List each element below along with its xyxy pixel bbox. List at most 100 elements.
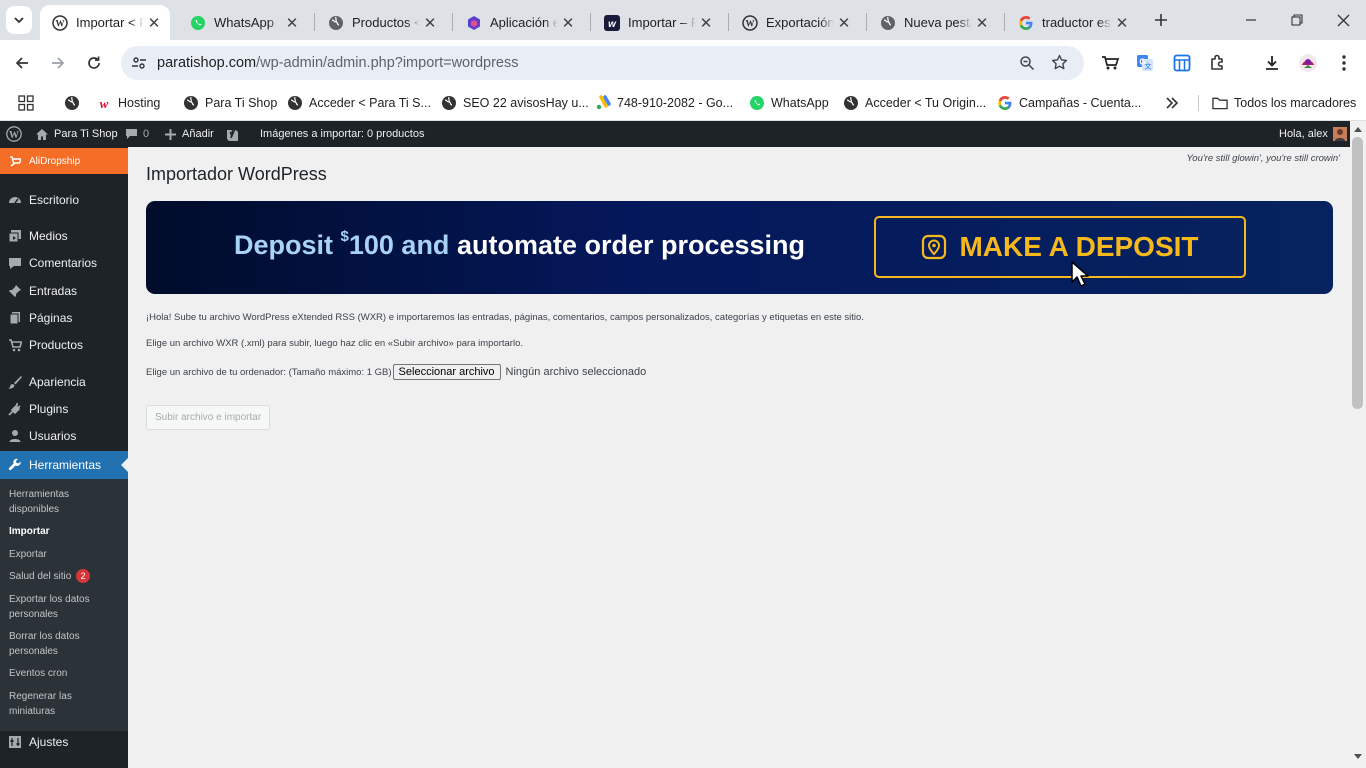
menu-escritorio[interactable]: Escritorio <box>0 187 128 213</box>
import-images-notice[interactable]: Imágenes a importar: 0 productos <box>260 121 424 147</box>
svg-text:W: W <box>56 18 65 28</box>
menu-paginas[interactable]: Páginas <box>0 305 128 331</box>
tab-divider <box>590 13 591 31</box>
comments-menu[interactable]: 0 <box>125 121 149 147</box>
add-new-menu[interactable]: Añadir <box>165 121 214 147</box>
menu-plugins[interactable]: Plugins <box>0 396 128 422</box>
close-window-button[interactable] <box>1329 6 1357 34</box>
tab-label: Nueva pesta <box>904 15 972 30</box>
tab-whatsapp[interactable]: WhatsApp ✕ <box>178 5 308 40</box>
submenu-importar[interactable]: Importar <box>9 524 119 539</box>
tab-traductor[interactable]: traductor es ✕ <box>1006 5 1138 40</box>
browser-menu-icon[interactable] <box>1330 49 1358 77</box>
plus-icon <box>165 128 176 140</box>
tab-exportacion[interactable]: W Exportación ✕ <box>730 5 860 40</box>
scrollbar-thumb[interactable] <box>1352 137 1363 409</box>
close-tab-icon[interactable]: ✕ <box>972 13 992 33</box>
table-extension-icon[interactable] <box>1168 49 1196 77</box>
bookmark-whatsapp[interactable]: WhatsApp <box>749 93 829 113</box>
svg-text:w: w <box>100 96 109 110</box>
banner-rest-text: automate order processing <box>456 230 806 260</box>
submenu-eventos-cron[interactable]: Eventos cron <box>9 666 119 681</box>
menu-entradas[interactable]: Entradas <box>0 278 128 304</box>
bookmark-acceder-tu-origin[interactable]: Acceder < Tu Origin... <box>843 93 986 113</box>
tab-label: Productos < <box>352 15 420 30</box>
submenu-salud-del-sitio[interactable]: Salud del sitio 2 <box>9 569 119 584</box>
apps-grid-icon[interactable] <box>18 93 34 113</box>
scroll-up-arrow-icon[interactable] <box>1354 126 1362 132</box>
tab-importar-2[interactable]: w Importar – P ✕ <box>592 5 722 40</box>
yoast-seo-menu[interactable] <box>226 121 240 147</box>
media-icon <box>8 229 22 243</box>
google-translate-icon[interactable]: G文 <box>1131 49 1159 77</box>
close-tab-icon[interactable]: ✕ <box>282 13 302 33</box>
scroll-down-arrow-icon[interactable] <box>1354 754 1362 760</box>
profile-avatar[interactable] <box>1294 49 1322 77</box>
close-tab-icon[interactable]: ✕ <box>144 13 164 33</box>
wp-admin-sidebar: AliDropship Escritorio Medios Comentario… <box>0 147 128 768</box>
my-account-menu[interactable]: Hola, alex <box>1279 121 1347 147</box>
close-icon <box>1337 14 1349 26</box>
menu-alidropship[interactable]: AliDropship <box>0 148 128 174</box>
bookmark-para-ti-shop[interactable]: Para Ti Shop <box>183 93 277 113</box>
wp-admin-bar: W Para Ti Shop 0 Añadir Imágenes a impor… <box>0 121 1366 147</box>
submenu-regenerar-miniaturas[interactable]: Regenerar las miniaturas <box>9 689 119 719</box>
back-button[interactable] <box>8 49 36 77</box>
upload-import-button[interactable]: Subir archivo e importar <box>146 405 271 430</box>
comment-bubble-icon <box>126 129 137 139</box>
all-bookmarks-button[interactable]: Todos los marcadores <box>1212 93 1356 113</box>
deposit-banner[interactable]: Deposit $100 and automate order processi… <box>146 201 1333 294</box>
close-tab-icon[interactable]: ✕ <box>696 13 716 33</box>
menu-productos[interactable]: Productos <box>0 332 128 358</box>
address-bar[interactable]: paratishop.com/wp-admin/admin.php?import… <box>121 46 1084 80</box>
tab-search-button[interactable] <box>6 6 32 34</box>
plugin-icon <box>8 402 22 416</box>
page-scrollbar[interactable] <box>1350 121 1366 768</box>
reload-button[interactable] <box>80 49 108 77</box>
new-tab-button[interactable] <box>1147 6 1175 34</box>
submenu-exportar[interactable]: Exportar <box>9 547 119 562</box>
menu-comentarios[interactable]: Comentarios <box>0 250 128 276</box>
tab-importar[interactable]: W Importar < P ✕ <box>40 5 170 40</box>
all-bookmarks-label: Todos los marcadores <box>1234 96 1357 110</box>
restore-button[interactable] <box>1283 6 1311 34</box>
close-tab-icon[interactable]: ✕ <box>834 13 854 33</box>
bookmark-star-icon[interactable] <box>1051 54 1068 71</box>
zoom-icon[interactable] <box>1019 55 1035 71</box>
close-tab-icon[interactable]: ✕ <box>1112 13 1132 33</box>
tab-nueva-pestana[interactable]: Nueva pesta ✕ <box>868 5 998 40</box>
menu-ajustes[interactable]: Ajustes <box>0 729 128 755</box>
menu-apariencia[interactable]: Apariencia <box>0 369 128 395</box>
submenu-borrar-datos-personales[interactable]: Borrar los datos personales <box>9 629 119 659</box>
tab-aplicacion[interactable]: Aplicación e ✕ <box>454 5 584 40</box>
close-tab-icon[interactable]: ✕ <box>420 13 440 33</box>
bookmark-seo[interactable]: SEO 22 avisosHay u... <box>441 93 589 113</box>
tab-productos[interactable]: Productos < ✕ <box>316 5 446 40</box>
extensions-icon[interactable] <box>1204 49 1232 77</box>
download-icon[interactable] <box>1258 49 1286 77</box>
svg-text:W: W <box>9 130 19 141</box>
choose-file-button[interactable]: Seleccionar archivo <box>392 364 501 380</box>
forward-button[interactable] <box>44 49 72 77</box>
menu-usuarios[interactable]: Usuarios <box>0 423 128 449</box>
banner-deposit-text: Deposit <box>234 230 334 260</box>
menu-medios[interactable]: Medios <box>0 223 128 249</box>
bookmark-hosting[interactable]: w Hosting <box>96 93 161 113</box>
submenu-exportar-datos-personales[interactable]: Exportar los datos personales <box>9 592 119 622</box>
minimize-button[interactable] <box>1237 6 1265 34</box>
site-name-menu[interactable]: Para Ti Shop <box>35 121 118 147</box>
wp-logo-menu[interactable]: W <box>6 121 22 147</box>
bookmark-acceder-para-ti[interactable]: Acceder < Para Ti S... <box>287 93 431 113</box>
menu-label: Escritorio <box>29 193 80 207</box>
globe-icon[interactable] <box>64 93 80 113</box>
menu-herramientas[interactable]: Herramientas <box>0 451 128 479</box>
site-info-icon[interactable] <box>131 55 147 71</box>
more-bookmarks-icon[interactable] <box>1165 93 1179 113</box>
cart-extension-icon[interactable] <box>1096 49 1124 77</box>
bookmark-campanas[interactable]: Campañas - Cuenta... <box>997 93 1141 113</box>
close-tab-icon[interactable]: ✕ <box>558 13 578 33</box>
tab-divider <box>728 13 729 31</box>
make-deposit-button[interactable]: MAKE A DEPOSIT <box>874 216 1246 278</box>
submenu-herramientas-disponibles[interactable]: Herramientas disponibles <box>9 487 119 517</box>
bookmark-google-ads[interactable]: 748-910-2082 - Go... <box>595 93 733 113</box>
